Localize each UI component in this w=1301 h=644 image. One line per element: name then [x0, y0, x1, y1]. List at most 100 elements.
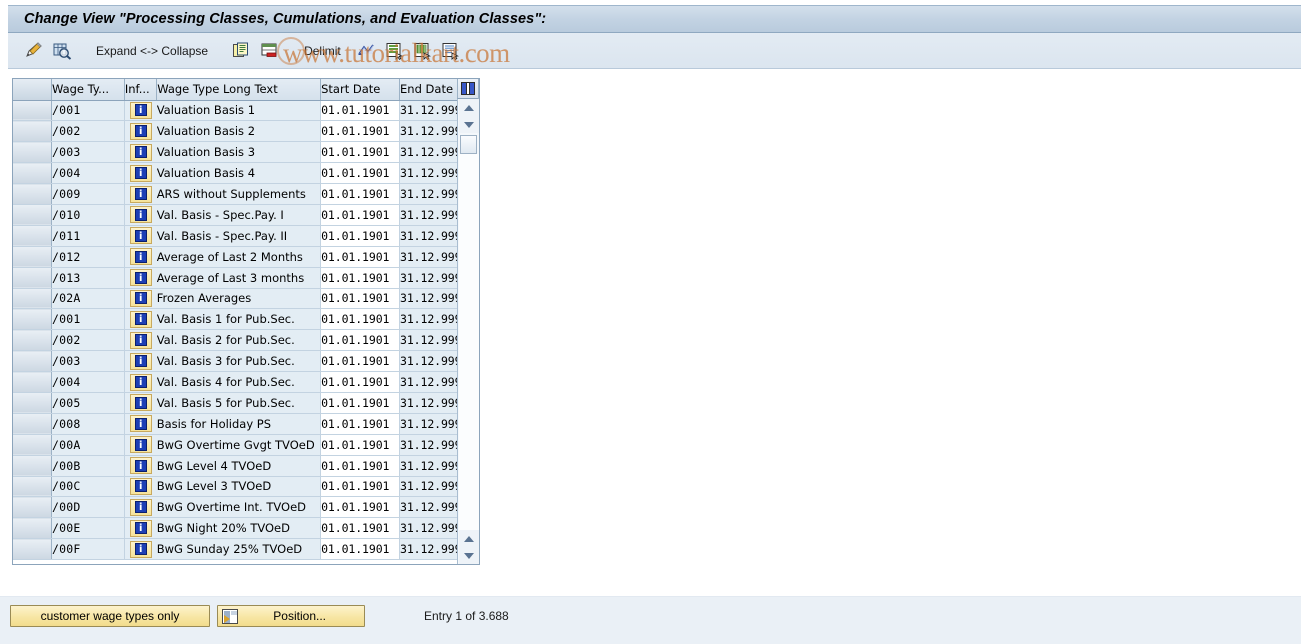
- info-button[interactable]: i: [129, 248, 152, 266]
- cell-long-text[interactable]: Frozen Averages: [156, 288, 322, 310]
- info-button[interactable]: i: [129, 227, 152, 245]
- table-row[interactable]: /00E i BwG Night 20% TVOeD 01.01.1901 31.12.…: [13, 517, 479, 540]
- cell-long-text[interactable]: BwG Level 3 TVOeD: [156, 476, 322, 498]
- cell-start-date[interactable]: 01.01.1901: [320, 434, 401, 456]
- cell-long-text[interactable]: Val. Basis 1 for Pub.Sec.: [156, 308, 322, 331]
- display-change-icon[interactable]: [20, 38, 48, 64]
- cell-wage-type[interactable]: /00D: [51, 496, 125, 519]
- cell-wage-type[interactable]: /00F: [51, 538, 125, 561]
- table-row[interactable]: /00A i BwG Overtime Gvgt TVOeD 01.01.1901 31…: [13, 434, 479, 456]
- info-button[interactable]: i: [129, 477, 152, 495]
- cell-long-text[interactable]: BwG Overtime Int. TVOeD: [156, 496, 322, 519]
- cell-wage-type[interactable]: /012: [51, 246, 125, 268]
- cell-wage-type[interactable]: /013: [51, 267, 125, 289]
- cell-long-text[interactable]: Val. Basis 4 for Pub.Sec.: [156, 371, 322, 393]
- row-select-cell[interactable]: [13, 267, 52, 289]
- cell-wage-type[interactable]: /010: [51, 204, 125, 226]
- cell-wage-type[interactable]: /00A: [51, 434, 125, 456]
- cell-long-text[interactable]: Valuation Basis 2: [156, 120, 322, 143]
- cell-start-date[interactable]: 01.01.1901: [320, 371, 401, 393]
- column-header-wage-type[interactable]: Wage Ty...: [51, 79, 125, 101]
- cell-wage-type[interactable]: /008: [51, 413, 125, 435]
- row-select-cell[interactable]: [13, 329, 52, 352]
- row-select-cell[interactable]: [13, 162, 52, 185]
- cell-wage-type[interactable]: /005: [51, 392, 125, 414]
- cell-long-text[interactable]: BwG Overtime Gvgt TVOeD: [156, 434, 322, 456]
- cell-long-text[interactable]: Valuation Basis 4: [156, 162, 322, 185]
- cell-start-date[interactable]: 01.01.1901: [320, 225, 401, 247]
- cell-wage-type[interactable]: /009: [51, 183, 125, 205]
- table-row[interactable]: /013 i Average of Last 3 months 01.01.1901 3…: [13, 267, 479, 289]
- cell-start-date[interactable]: 01.01.1901: [320, 246, 401, 268]
- cell-start-date[interactable]: 01.01.1901: [320, 476, 401, 498]
- info-button[interactable]: i: [129, 415, 152, 433]
- position-button[interactable]: Position...: [217, 605, 365, 627]
- cell-start-date[interactable]: 01.01.1901: [320, 204, 401, 226]
- table-row[interactable]: /00F i BwG Sunday 25% TVOeD 01.01.1901 31.12…: [13, 538, 479, 561]
- cell-long-text[interactable]: Val. Basis 3 for Pub.Sec.: [156, 350, 322, 373]
- table-row[interactable]: /010 i Val. Basis - Spec.Pay. I 01.01.1901 3…: [13, 204, 479, 226]
- info-button[interactable]: i: [129, 310, 152, 328]
- info-button[interactable]: i: [129, 540, 152, 558]
- table-row[interactable]: /001 i Valuation Basis 1 01.01.1901 31.12.99…: [13, 100, 479, 122]
- info-button[interactable]: i: [129, 269, 152, 287]
- cell-start-date[interactable]: 01.01.1901: [320, 100, 401, 122]
- customer-wage-types-only-button[interactable]: customer wage types only: [10, 605, 210, 627]
- cell-wage-type[interactable]: /001: [51, 100, 125, 122]
- table-row[interactable]: /005 i Val. Basis 5 for Pub.Sec. 01.01.1901…: [13, 392, 479, 414]
- check-entries-icon[interactable]: [48, 38, 76, 64]
- cell-wage-type[interactable]: /004: [51, 162, 125, 185]
- row-select-cell[interactable]: [13, 371, 52, 393]
- table-row[interactable]: /002 i Valuation Basis 2 01.01.1901 31.12.99…: [13, 120, 479, 143]
- column-config-icon[interactable]: [457, 79, 478, 99]
- deselect-all-icon[interactable]: [437, 38, 465, 64]
- info-button[interactable]: i: [129, 143, 152, 161]
- table-row[interactable]: /012 i Average of Last 2 Months 01.01.1901 3…: [13, 246, 479, 268]
- info-button[interactable]: i: [129, 101, 152, 119]
- cell-wage-type[interactable]: /002: [51, 329, 125, 352]
- table-row[interactable]: /009 i ARS without Supplements 01.01.1901 31…: [13, 183, 479, 205]
- table-row[interactable]: /003 i Val. Basis 3 for Pub.Sec. 01.01.1901…: [13, 350, 479, 373]
- cell-long-text[interactable]: BwG Sunday 25% TVOeD: [156, 538, 322, 561]
- cell-long-text[interactable]: BwG Night 20% TVOeD: [156, 517, 322, 540]
- cell-wage-type[interactable]: /003: [51, 350, 125, 373]
- cell-start-date[interactable]: 01.01.1901: [320, 329, 401, 352]
- cell-wage-type[interactable]: /002: [51, 120, 125, 143]
- column-header-info[interactable]: Inf...: [124, 79, 158, 101]
- cell-wage-type[interactable]: /00C: [51, 476, 125, 498]
- row-select-cell[interactable]: [13, 204, 52, 226]
- table-row[interactable]: /00B i BwG Level 4 TVOeD 01.01.1901 31.12.99…: [13, 455, 479, 477]
- cell-start-date[interactable]: 01.01.1901: [320, 350, 401, 373]
- row-select-cell[interactable]: [13, 141, 52, 164]
- cell-wage-type[interactable]: /011: [51, 225, 125, 247]
- info-button[interactable]: i: [129, 352, 152, 370]
- row-select-cell[interactable]: [13, 538, 52, 561]
- row-select-cell[interactable]: [13, 288, 52, 310]
- table-row[interactable]: /011 i Val. Basis - Spec.Pay. II 01.01.1901…: [13, 225, 479, 247]
- table-row[interactable]: /002 i Val. Basis 2 for Pub.Sec. 01.01.1901…: [13, 329, 479, 352]
- cell-start-date[interactable]: 01.01.1901: [320, 141, 401, 164]
- row-select-cell[interactable]: [13, 455, 52, 477]
- cell-wage-type[interactable]: /003: [51, 141, 125, 164]
- table-row[interactable]: /004 i Valuation Basis 4 01.01.1901 31.12.99…: [13, 162, 479, 185]
- cell-long-text[interactable]: Valuation Basis 3: [156, 141, 322, 164]
- cell-long-text[interactable]: Basis for Holiday PS: [156, 413, 322, 435]
- cell-long-text[interactable]: Val. Basis 5 for Pub.Sec.: [156, 392, 322, 414]
- row-select-cell[interactable]: [13, 434, 52, 456]
- cell-long-text[interactable]: Val. Basis - Spec.Pay. I: [156, 204, 322, 226]
- cell-start-date[interactable]: 01.01.1901: [320, 538, 401, 561]
- scroll-page-up-arrow-icon[interactable]: [458, 530, 479, 547]
- info-button[interactable]: i: [129, 331, 152, 349]
- table-row[interactable]: /001 i Val. Basis 1 for Pub.Sec. 01.01.1901…: [13, 308, 479, 331]
- scroll-page-down-arrow-icon[interactable]: [458, 547, 479, 564]
- select-all-icon[interactable]: [381, 38, 409, 64]
- delete-row-icon[interactable]: [256, 38, 284, 64]
- cell-start-date[interactable]: 01.01.1901: [320, 496, 401, 519]
- cell-start-date[interactable]: 01.01.1901: [320, 308, 401, 331]
- row-select-cell[interactable]: [13, 496, 52, 519]
- row-select-cell[interactable]: [13, 225, 52, 247]
- info-button[interactable]: i: [129, 498, 152, 516]
- cell-start-date[interactable]: 01.01.1901: [320, 120, 401, 143]
- cell-long-text[interactable]: ARS without Supplements: [156, 183, 322, 205]
- info-button[interactable]: i: [129, 436, 152, 454]
